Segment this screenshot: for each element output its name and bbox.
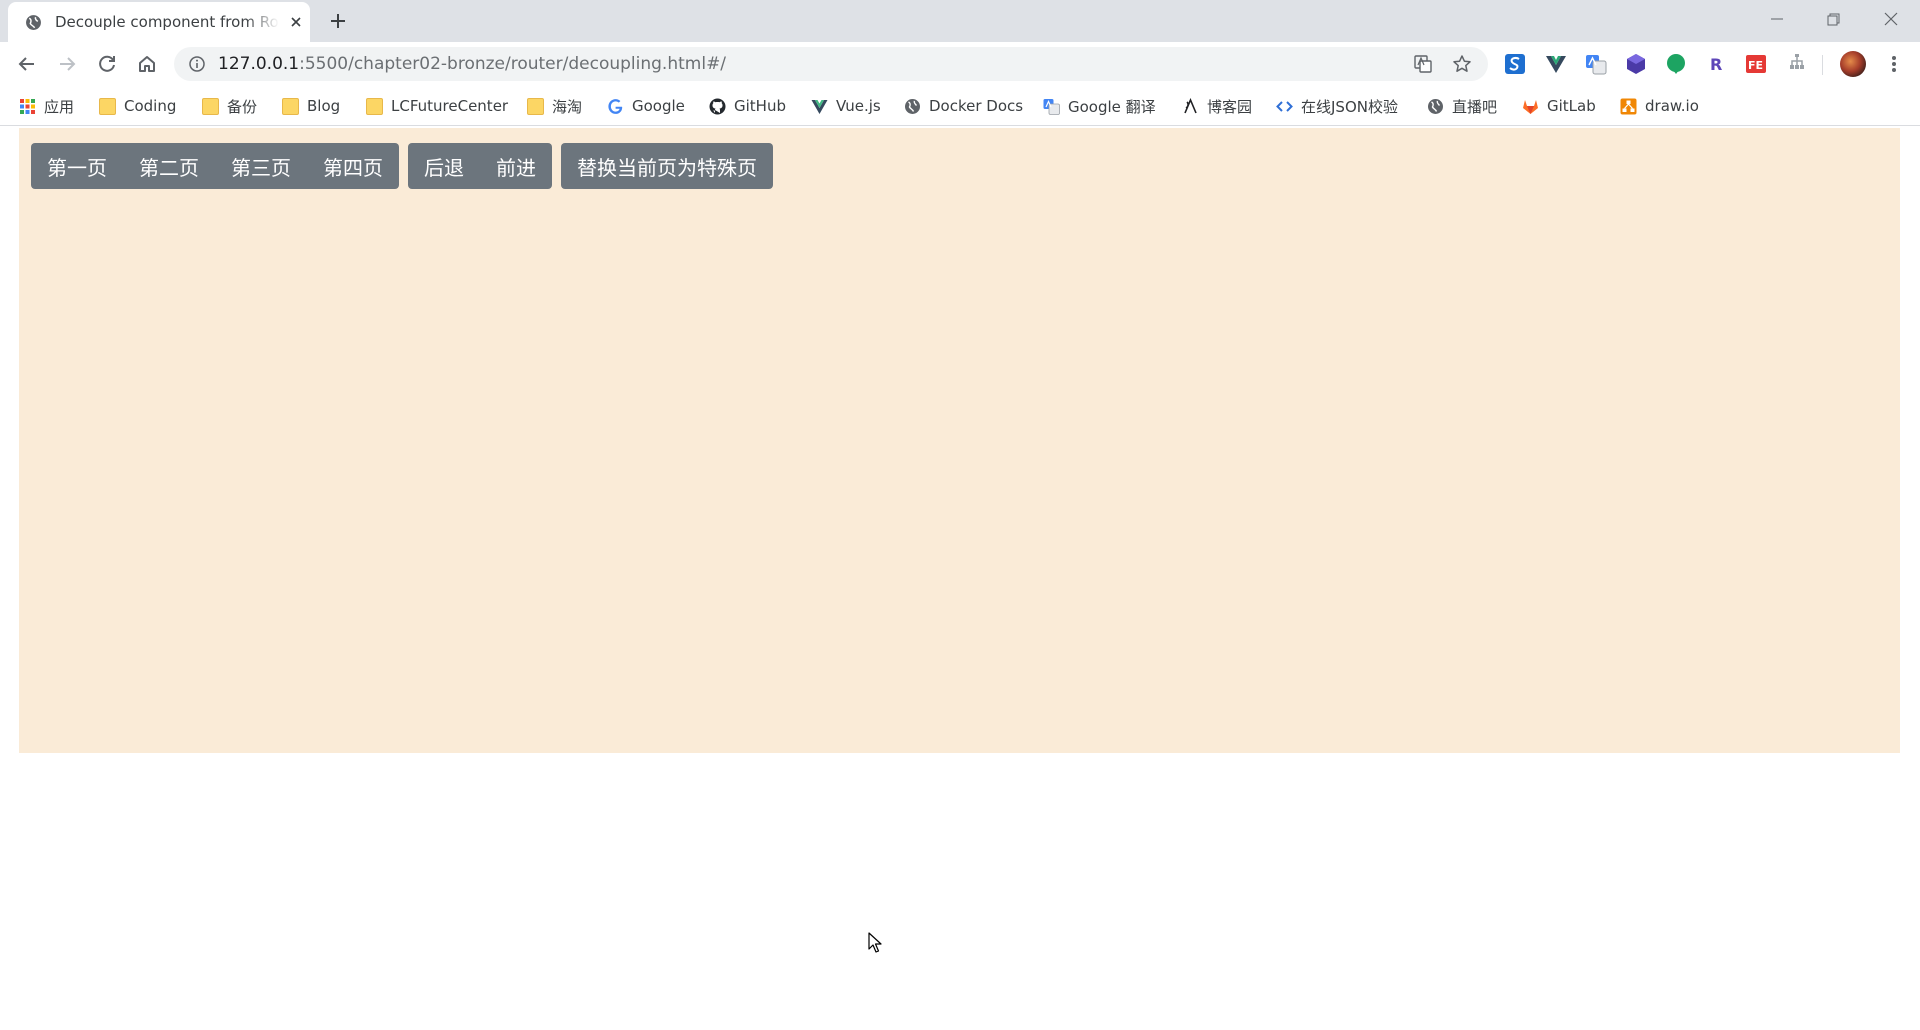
extension-tree-icon[interactable]	[1786, 53, 1808, 75]
home-icon[interactable]	[133, 50, 161, 78]
bookmarks-bar: 应用 Coding 备份 Blog LCFutureCenter 海淘 Goog…	[0, 86, 1920, 126]
bookmark-label: 海淘	[552, 97, 583, 116]
gitlab-icon	[1523, 99, 1538, 114]
google-icon	[608, 98, 623, 114]
third-page-button[interactable]: 第三页	[215, 143, 307, 189]
folder-icon	[527, 97, 544, 115]
bookmark-json-validator[interactable]: 在线JSON校验	[1276, 94, 1398, 118]
toolbar-separator	[1822, 55, 1823, 75]
bookmark-google-translate[interactable]: Google 翻译	[1043, 94, 1156, 118]
forward-icon[interactable]	[53, 50, 81, 78]
bookmark-label: LCFutureCenter	[391, 97, 509, 115]
globe-icon	[26, 15, 41, 30]
bookmark-label: GitHub	[734, 97, 786, 115]
browser-toolbar: 127.0.0.1:5500/chapter02-bronze/router/d…	[0, 42, 1920, 86]
restore-icon[interactable]	[1820, 6, 1846, 32]
app-container: 第一页 第二页 第三页 第四页 后退 前进 替换当前页为特殊页	[19, 128, 1900, 753]
reload-icon[interactable]	[93, 50, 121, 78]
bookmark-folder-blog[interactable]: Blog	[282, 94, 340, 118]
folder-icon	[202, 97, 219, 115]
back-button[interactable]: 后退	[408, 143, 480, 189]
history-button-group: 后退 前进	[408, 143, 552, 189]
globe-icon	[1428, 98, 1443, 114]
tab-strip: Decouple component from Ro	[0, 0, 1920, 42]
github-icon	[709, 98, 726, 114]
folder-icon	[366, 97, 383, 115]
bookmark-label: 应用	[44, 97, 75, 116]
bookmark-google[interactable]: Google	[607, 94, 685, 118]
bookmark-cnblogs[interactable]: 博客园	[1182, 94, 1252, 118]
bookmark-label: 直播吧	[1452, 97, 1498, 116]
browser-tab-active[interactable]: Decouple component from Ro	[8, 2, 310, 42]
bookmark-folder-backup[interactable]: 备份	[202, 94, 257, 118]
bookmark-label: 在线JSON校验	[1301, 97, 1398, 116]
url-host: 127.0.0.1	[218, 54, 300, 74]
svg-text:R: R	[1710, 55, 1722, 74]
bookmark-folder-coding[interactable]: Coding	[99, 94, 176, 118]
cnblogs-icon	[1184, 97, 1197, 113]
bookmark-github[interactable]: GitHub	[709, 94, 786, 118]
profile-avatar[interactable]	[1840, 51, 1866, 77]
back-icon[interactable]	[13, 50, 41, 78]
vue-icon	[811, 99, 828, 114]
mouse-cursor-icon	[868, 932, 882, 953]
bookmark-label: draw.io	[1645, 97, 1699, 115]
bookmark-drawio[interactable]: draw.io	[1620, 94, 1699, 118]
forward-button[interactable]: 前进	[480, 143, 552, 189]
page-viewport: 第一页 第二页 第三页 第四页 后退 前进 替换当前页为特殊页	[0, 127, 1920, 1030]
first-page-button[interactable]: 第一页	[31, 143, 123, 189]
apps-grid-icon	[20, 98, 35, 114]
extension-s-icon[interactable]	[1504, 53, 1526, 75]
drawio-icon	[1620, 98, 1637, 114]
bookmark-zhibo8[interactable]: 直播吧	[1427, 94, 1497, 118]
bookmark-docker-docs[interactable]: Docker Docs	[904, 94, 1023, 118]
url-text[interactable]: 127.0.0.1:5500/chapter02-bronze/router/d…	[218, 54, 726, 74]
tab-title: Decouple component from Ro	[55, 13, 279, 31]
bookmark-label: Blog	[307, 97, 341, 115]
folder-icon	[99, 97, 116, 115]
replace-with-special-page-button[interactable]: 替换当前页为特殊页	[561, 143, 773, 189]
folder-icon	[282, 97, 299, 115]
second-page-button[interactable]: 第二页	[123, 143, 215, 189]
extension-cube-icon[interactable]	[1625, 53, 1647, 75]
new-tab-icon[interactable]	[326, 9, 350, 33]
site-info-icon[interactable]	[189, 56, 205, 72]
bookmark-vuejs[interactable]: Vue.js	[811, 94, 881, 118]
code-icon	[1276, 100, 1293, 112]
url-path: :5500/chapter02-bronze/router/decoupling…	[299, 54, 727, 74]
bookmark-gitlab[interactable]: GitLab	[1522, 94, 1596, 118]
bookmark-label: Docker Docs	[929, 97, 1024, 115]
svg-text:FE: FE	[1748, 59, 1763, 72]
extension-green-icon[interactable]	[1665, 53, 1687, 75]
google-translate-icon	[1043, 98, 1060, 115]
bookmark-label: Coding	[124, 97, 177, 115]
bookmark-label: 博客园	[1207, 97, 1253, 116]
minimize-icon[interactable]	[1764, 6, 1790, 32]
close-tab-icon[interactable]	[288, 14, 304, 30]
google-translate-extension-icon[interactable]	[1585, 53, 1607, 75]
bookmark-label: Vue.js	[836, 97, 881, 115]
more-menu-icon[interactable]	[1884, 52, 1904, 76]
bookmark-label: Google 翻译	[1068, 97, 1156, 116]
globe-icon	[905, 98, 920, 114]
page-nav-button-group: 第一页 第二页 第三页 第四页	[31, 143, 399, 189]
bookmark-folder-haitao[interactable]: 海淘	[527, 94, 582, 118]
bookmark-folder-lcfuturecenter[interactable]: LCFutureCenter	[366, 94, 508, 118]
close-window-icon[interactable]	[1878, 6, 1904, 32]
replace-button-group: 替换当前页为特殊页	[561, 143, 773, 189]
extension-r-icon[interactable]: R	[1705, 53, 1727, 75]
bookmark-label: GitLab	[1547, 97, 1596, 115]
bookmark-label: Google	[632, 97, 685, 115]
translate-icon[interactable]	[1413, 54, 1433, 74]
bookmark-star-icon[interactable]	[1452, 54, 1472, 74]
vue-devtools-icon[interactable]	[1545, 53, 1567, 75]
extension-fe-icon[interactable]: FE	[1745, 53, 1767, 75]
bookmark-label: 备份	[227, 97, 258, 116]
fourth-page-button[interactable]: 第四页	[307, 143, 399, 189]
bookmark-apps[interactable]: 应用	[19, 94, 74, 118]
address-bar[interactable]: 127.0.0.1:5500/chapter02-bronze/router/d…	[174, 47, 1488, 81]
